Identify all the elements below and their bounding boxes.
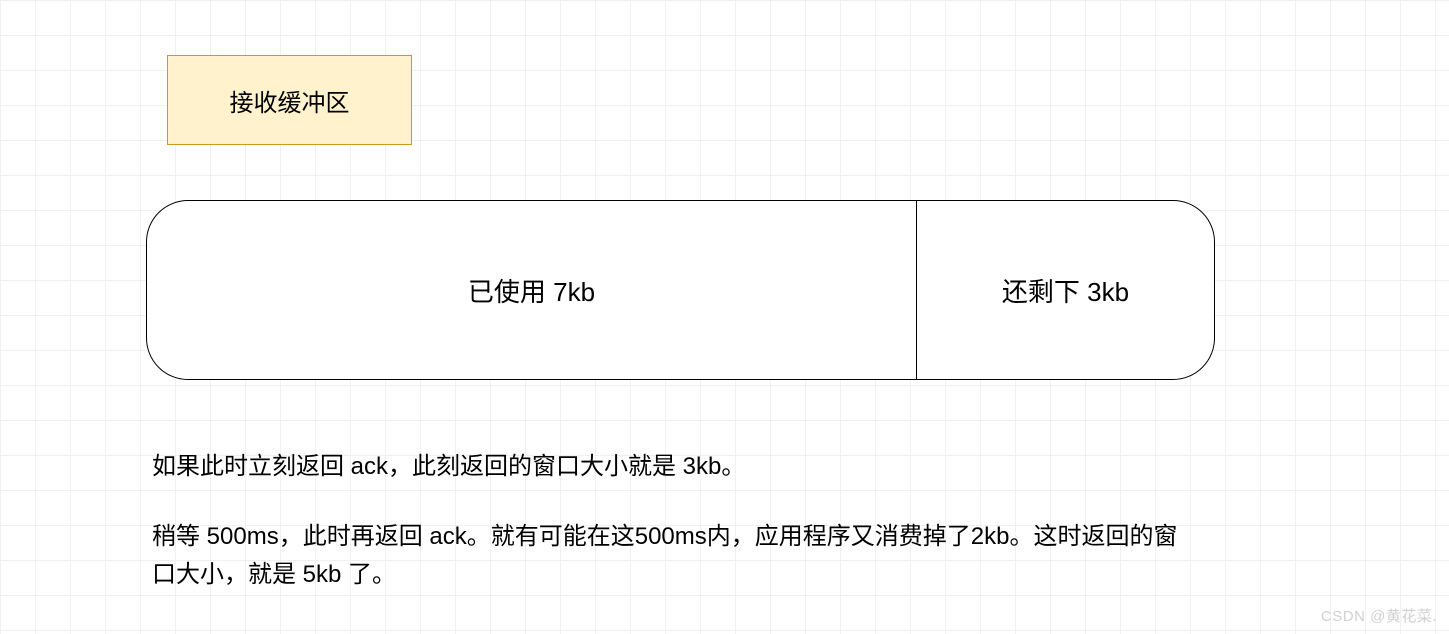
buffer-free-segment: 还剩下 3kb: [917, 201, 1214, 379]
diagram-canvas: 接收缓冲区 已使用 7kb 还剩下 3kb 如果此时立刻返回 ack，此刻返回的…: [0, 0, 1449, 634]
buffer-container: 已使用 7kb 还剩下 3kb: [146, 200, 1215, 380]
buffer-title-box: 接收缓冲区: [167, 55, 412, 145]
buffer-used-label: 已使用 7kb: [468, 272, 595, 309]
watermark: CSDN @黄花菜.: [1321, 605, 1437, 626]
caption-line-1: 如果此时立刻返回 ack，此刻返回的窗口大小就是 3kb。: [152, 448, 745, 486]
buffer-title-label: 接收缓冲区: [230, 83, 350, 118]
buffer-used-segment: 已使用 7kb: [147, 201, 917, 379]
caption-line-2: 稍等 500ms，此时再返回 ack。就有可能在这500ms内，应用程序又消费掉…: [152, 518, 1192, 595]
buffer-free-label: 还剩下 3kb: [1002, 272, 1129, 309]
